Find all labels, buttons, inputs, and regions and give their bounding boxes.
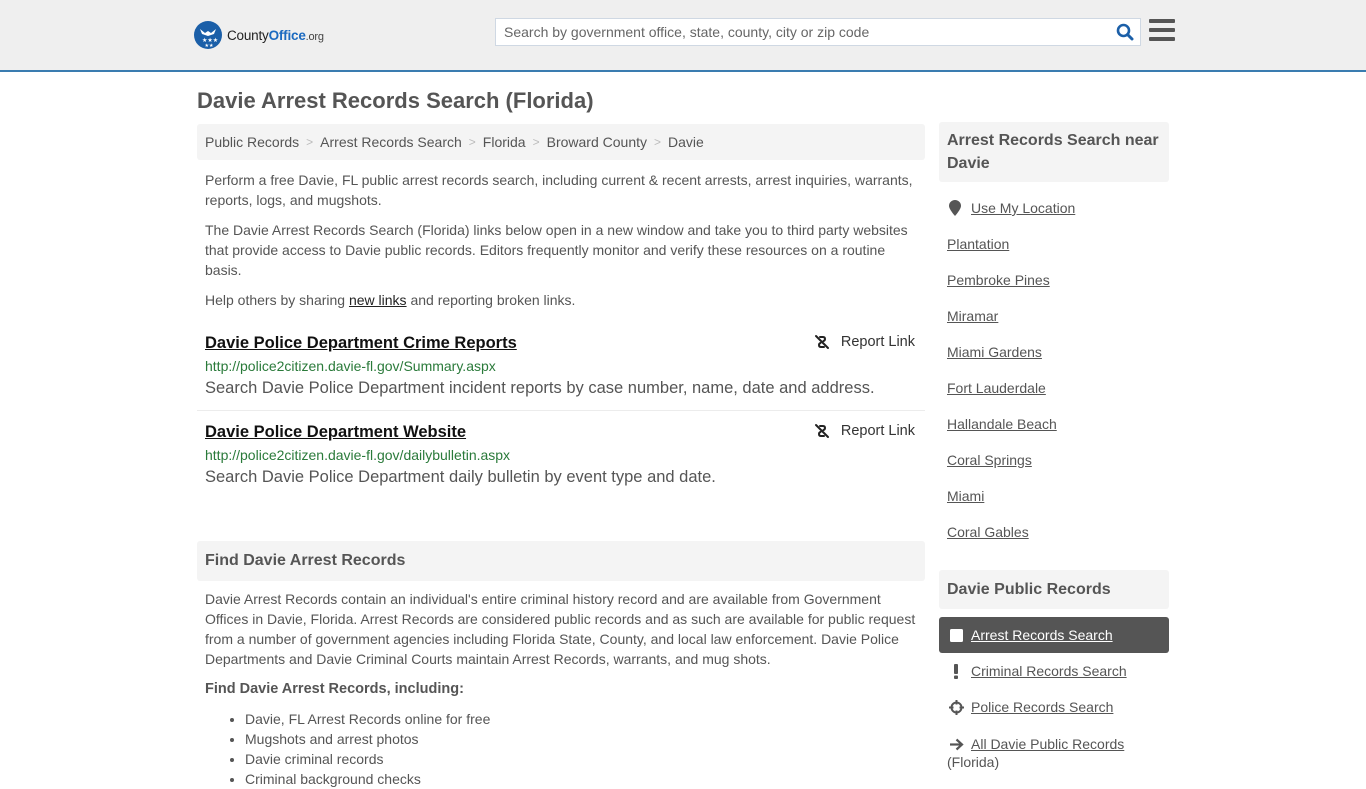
nearby-place-link[interactable]: Plantation	[947, 236, 1009, 252]
nearby-place-link[interactable]: Miramar	[947, 308, 998, 324]
nearby-heading: Arrest Records Search near Davie	[939, 122, 1169, 182]
intro-text: Perform a free Davie, FL public arrest r…	[197, 170, 925, 310]
nearby-place-link[interactable]: Pembroke Pines	[947, 272, 1050, 288]
square-icon	[947, 628, 965, 642]
all-public-records-link[interactable]: All Davie Public Records	[971, 735, 1124, 753]
breadcrumb-florida[interactable]: Florida	[483, 134, 526, 150]
logo-text: CountyOffice.org	[227, 27, 324, 43]
svg-text:★★: ★★	[205, 43, 214, 49]
nearby-place-item: Fort Lauderdale	[939, 370, 1169, 406]
report-link-button[interactable]: Report Link	[814, 423, 915, 439]
nearby-place-link[interactable]: Coral Gables	[947, 524, 1029, 540]
resource-description: Search Davie Police Department daily bul…	[205, 468, 716, 486]
nearby-place-item: Pembroke Pines	[939, 262, 1169, 298]
page-title: Davie Arrest Records Search (Florida)	[197, 88, 594, 113]
public-records-item-all[interactable]: All Davie Public Records (Florida)	[939, 725, 1169, 771]
new-links-link[interactable]: new links	[349, 292, 407, 308]
nearby-place-item: Miramar	[939, 298, 1169, 334]
breadcrumb-separator: >	[468, 135, 476, 149]
resource-url: http://police2citizen.davie-fl.gov/daily…	[205, 447, 511, 463]
crosshair-icon	[947, 699, 965, 715]
public-records-item-arrest[interactable]: Arrest Records Search	[939, 617, 1169, 653]
nearby-place-item: Coral Springs	[939, 442, 1169, 478]
resource-title-link[interactable]: Davie Police Department Website	[205, 421, 466, 443]
public-records-item-police[interactable]: Police Records Search	[939, 689, 1169, 725]
nearby-place-link[interactable]: Coral Springs	[947, 452, 1032, 468]
breadcrumb-broward-county[interactable]: Broward County	[547, 134, 647, 150]
resource-title-link[interactable]: Davie Police Department Crime Reports	[205, 332, 517, 354]
resource-description: Search Davie Police Department incident …	[205, 379, 875, 397]
nearby-place-link[interactable]: Fort Lauderdale	[947, 380, 1046, 396]
police-records-search-link[interactable]: Police Records Search	[971, 699, 1113, 715]
menu-bar-icon	[1149, 37, 1175, 41]
resource-item: Davie Police Department Website http://p…	[197, 410, 925, 499]
nearby-place-item: Hallandale Beach	[939, 406, 1169, 442]
search-bar	[495, 18, 1141, 46]
breadcrumb: Public Records > Arrest Records Search >…	[197, 124, 925, 160]
find-records-heading: Find Davie Arrest Records	[197, 541, 925, 581]
logo-eagle-icon: ★★★ ★★	[194, 21, 222, 49]
resource-url: http://police2citizen.davie-fl.gov/Summa…	[205, 358, 496, 374]
site-header: ★★★ ★★ CountyOffice.org	[0, 0, 1366, 72]
breadcrumb-separator: >	[654, 135, 662, 149]
main-content: Public Records > Arrest Records Search >…	[197, 124, 925, 789]
public-records-heading: Davie Public Records	[939, 570, 1169, 609]
public-records-item-criminal[interactable]: Criminal Records Search	[939, 653, 1169, 689]
use-my-location-link[interactable]: Use My Location	[971, 200, 1075, 216]
breadcrumb-public-records[interactable]: Public Records	[205, 134, 299, 150]
find-records-paragraph: Davie Arrest Records contain an individu…	[205, 591, 916, 667]
resource-list: Davie Police Department Crime Reports ht…	[197, 322, 925, 499]
nearby-place-item: Plantation	[939, 226, 1169, 262]
nearby-list: Use My Location Plantation Pembroke Pine…	[939, 190, 1169, 550]
breadcrumb-davie[interactable]: Davie	[668, 134, 704, 150]
list-item: Criminal background checks	[245, 769, 917, 789]
arrest-records-search-link[interactable]: Arrest Records Search	[971, 627, 1113, 643]
broken-link-icon	[814, 335, 829, 349]
exclamation-icon	[947, 663, 965, 679]
intro-paragraph: The Davie Arrest Records Search (Florida…	[205, 222, 908, 278]
criminal-records-search-link[interactable]: Criminal Records Search	[971, 663, 1127, 679]
nearby-place-link[interactable]: Miami	[947, 488, 984, 504]
search-input[interactable]	[496, 19, 1110, 45]
find-records-subheading: Find Davie Arrest Records, including:	[205, 681, 464, 697]
nearby-place-item: Miami Gardens	[939, 334, 1169, 370]
find-records-section: Davie Arrest Records contain an individu…	[197, 589, 925, 789]
nearby-place-item: Coral Gables	[939, 514, 1169, 550]
breadcrumb-separator: >	[306, 135, 314, 149]
find-records-list: Davie, FL Arrest Records online for free…	[205, 709, 917, 789]
report-link-button[interactable]: Report Link	[814, 334, 915, 350]
sidebar: Arrest Records Search near Davie Use My …	[939, 122, 1169, 771]
map-pin-icon	[949, 200, 961, 216]
nearby-place-item: Miami	[939, 478, 1169, 514]
share-links-text: Help others by sharing new links and rep…	[205, 292, 576, 308]
list-item: Mugshots and arrest photos	[245, 729, 917, 749]
search-button[interactable]	[1110, 19, 1140, 45]
logo-link[interactable]: ★★★ ★★ CountyOffice.org	[194, 21, 324, 49]
broken-link-icon	[814, 424, 829, 438]
nearby-place-link[interactable]: Miami Gardens	[947, 344, 1042, 360]
breadcrumb-separator: >	[532, 135, 540, 149]
resource-item: Davie Police Department Crime Reports ht…	[197, 322, 925, 410]
intro-paragraph: Perform a free Davie, FL public arrest r…	[205, 172, 913, 208]
nearby-place-link[interactable]: Hallandale Beach	[947, 416, 1057, 432]
menu-bar-icon	[1149, 28, 1175, 32]
search-icon	[1116, 23, 1134, 41]
arrow-right-icon	[947, 735, 965, 753]
breadcrumb-arrest-records-search[interactable]: Arrest Records Search	[320, 134, 462, 150]
menu-bar-icon	[1149, 19, 1175, 23]
public-records-list: Arrest Records Search Criminal Records S…	[939, 617, 1169, 771]
all-public-records-suffix: (Florida)	[947, 754, 1000, 770]
hamburger-menu-button[interactable]	[1149, 19, 1175, 43]
list-item: Davie, FL Arrest Records online for free	[245, 709, 917, 729]
list-item: Davie criminal records	[245, 749, 917, 769]
use-my-location-item: Use My Location	[939, 190, 1169, 226]
